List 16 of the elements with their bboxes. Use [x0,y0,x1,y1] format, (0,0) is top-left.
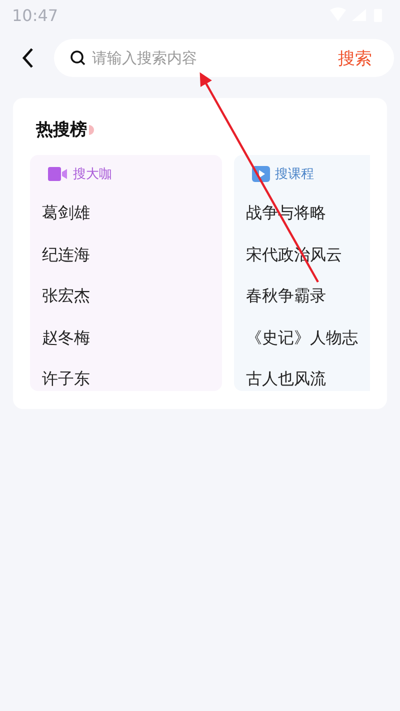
column-title: 搜大咖 [73,166,112,183]
ranking-item[interactable]: 许子东 [42,369,90,390]
ranking-item[interactable]: 古人也风流 [246,369,326,390]
video-camera-icon [48,166,68,182]
ranking-item[interactable]: 《史记》人物志 [246,328,358,349]
ranking-item[interactable]: 赵冬梅 [42,328,90,349]
column-title: 搜课程 [275,166,314,183]
ranking-item[interactable]: 葛剑雄 [42,203,90,224]
section-title: 热搜榜 [36,119,87,141]
search-button[interactable]: 搜索 [330,46,394,70]
ranking-item[interactable]: 张宏杰 [42,286,90,308]
search-field[interactable]: 请输入搜索内容 搜索 [54,39,394,77]
search-icon [70,50,86,66]
ranking-item[interactable]: 纪连海 [42,244,90,266]
ranking-item[interactable]: 春秋争霸录 [246,286,326,308]
status-time: 10:47 [12,6,58,24]
